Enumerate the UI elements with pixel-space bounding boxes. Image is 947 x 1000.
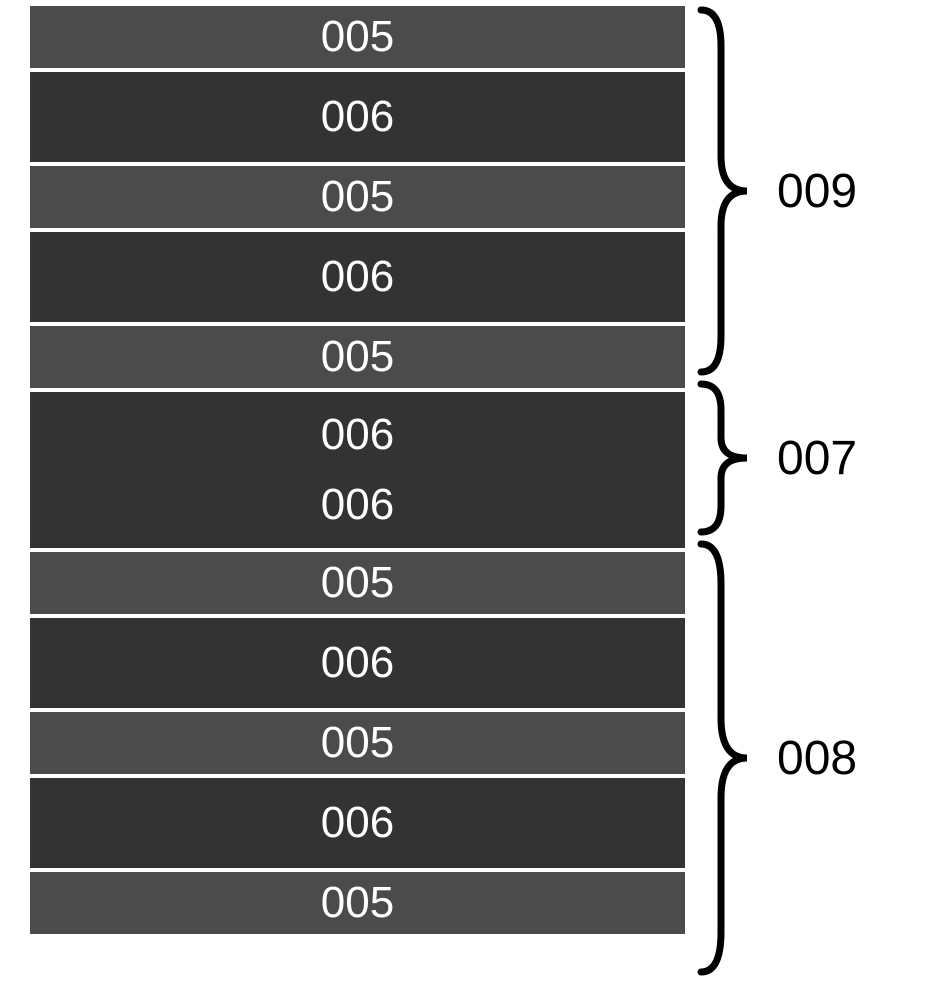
layer-label: 006 (321, 638, 394, 688)
layer-label: 005 (321, 558, 394, 608)
brace-icon (697, 380, 755, 536)
layer-label: 005 (321, 12, 394, 62)
brace-icon (697, 6, 755, 376)
layer-stack: 005 006 005 006 005 006 006 005 006 005 … (30, 6, 685, 934)
layer-label: 006 (321, 480, 394, 530)
group-label: 009 (777, 164, 857, 219)
group-009: 009 (697, 6, 857, 376)
layer-stack-diagram: 005 006 005 006 005 006 006 005 006 005 … (30, 6, 937, 934)
group-label: 007 (777, 431, 857, 486)
layer-label: 006 (321, 410, 394, 460)
layer-row-double: 006 006 (30, 392, 685, 548)
group-007: 007 (697, 380, 857, 536)
layer-row: 005 (30, 166, 685, 228)
layer-row: 005 (30, 326, 685, 388)
layer-label: 006 (321, 92, 394, 142)
layer-label: 005 (321, 332, 394, 382)
layer-row: 005 (30, 552, 685, 614)
layer-label: 006 (321, 798, 394, 848)
layer-label: 005 (321, 878, 394, 928)
layer-label: 005 (321, 718, 394, 768)
layer-row: 006 (30, 72, 685, 162)
layer-label: 006 (321, 252, 394, 302)
layer-label: 005 (321, 172, 394, 222)
group-label: 008 (777, 731, 857, 786)
layer-row: 005 (30, 872, 685, 934)
layer-row: 005 (30, 6, 685, 68)
layer-row: 005 (30, 712, 685, 774)
group-008: 008 (697, 540, 857, 976)
layer-row: 006 (30, 778, 685, 868)
brace-icon (697, 540, 755, 976)
layer-row: 006 (30, 618, 685, 708)
layer-row: 006 (30, 232, 685, 322)
bracket-annotations: 009 007 008 (697, 6, 937, 934)
